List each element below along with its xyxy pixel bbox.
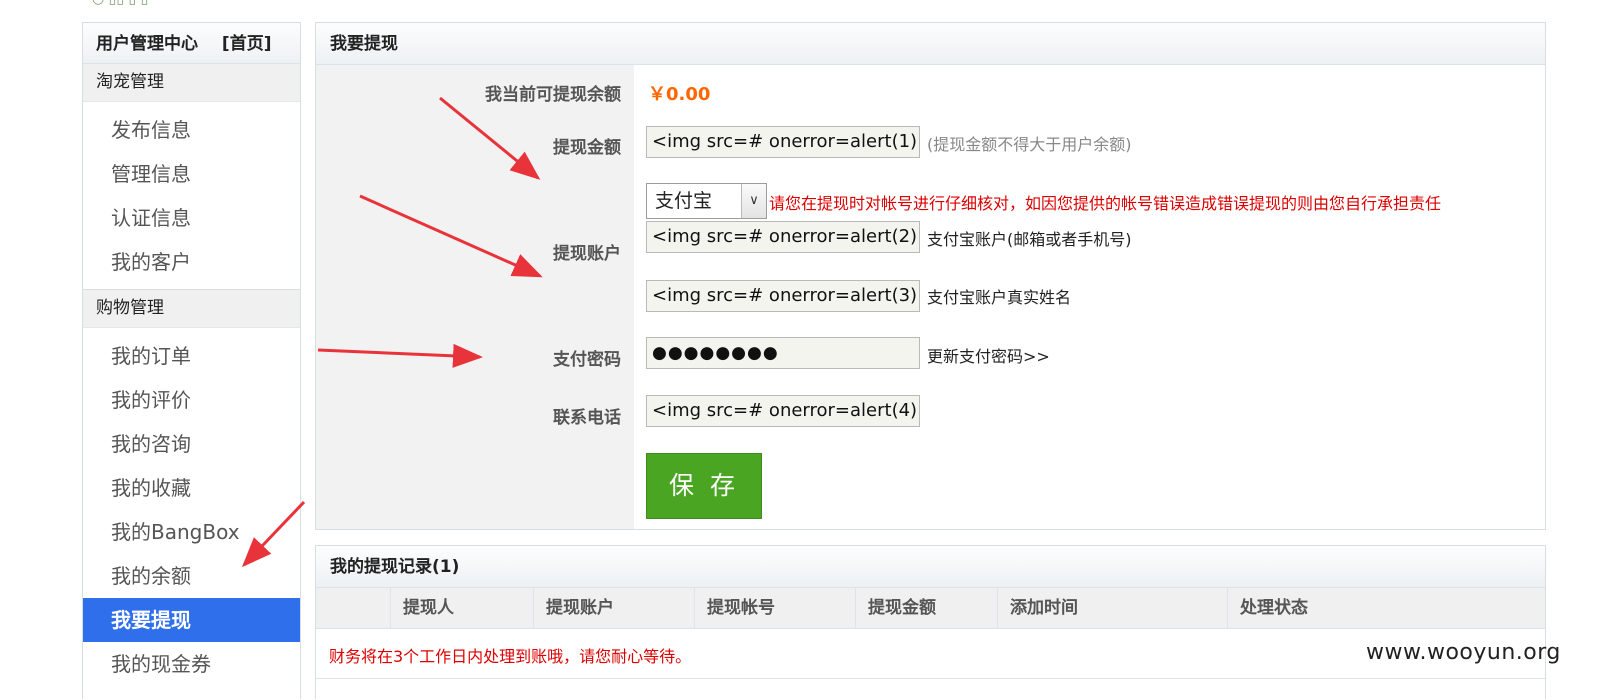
arrow-to-amount [439, 96, 541, 180]
watermark: www.wooyun.org [1366, 640, 1561, 665]
arrow-to-password [317, 343, 483, 368]
arrow-to-withdraw-menu [241, 500, 306, 568]
annotation-arrows [241, 96, 543, 568]
arrow-to-account [359, 194, 543, 278]
